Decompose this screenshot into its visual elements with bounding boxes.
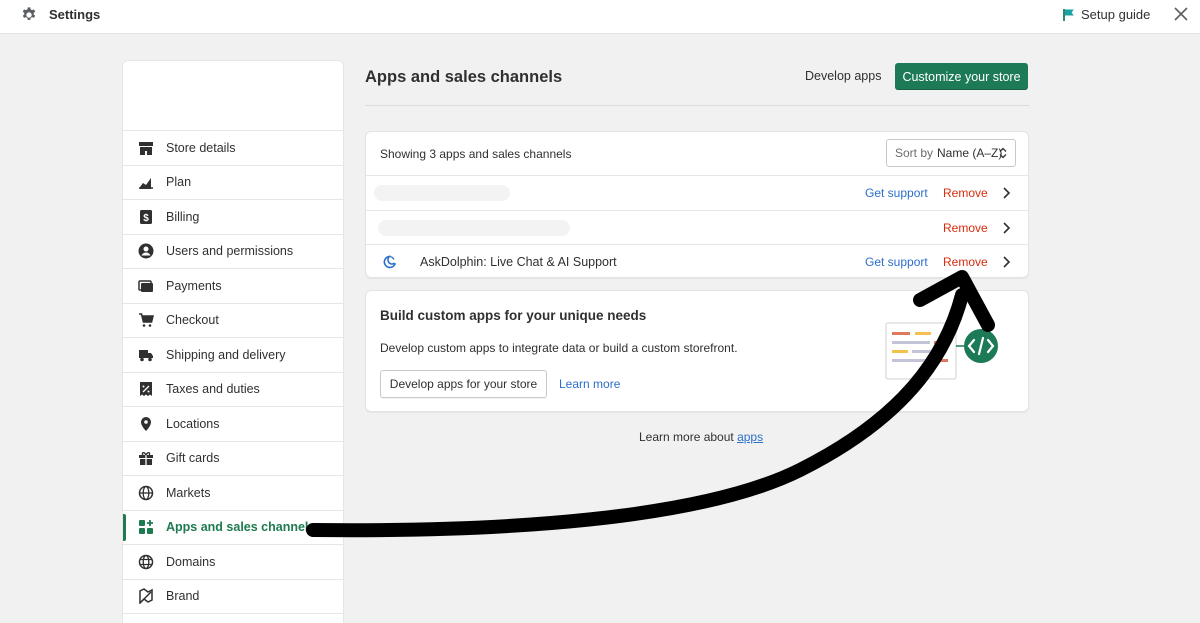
sidebar-item-domains[interactable]: Domains: [123, 545, 343, 580]
dolphin-icon: [383, 255, 397, 269]
sidebar-item-label: Gift cards: [166, 451, 220, 466]
cart-icon: [137, 312, 154, 329]
app-row[interactable]: Get support Remove: [366, 176, 1028, 211]
page-title: Settings: [49, 7, 101, 22]
sidebar-item-label: Users and permissions: [166, 244, 294, 259]
sidebar-item-label: Locations: [166, 416, 220, 431]
billing-icon: $: [137, 208, 154, 225]
learn-more-link[interactable]: Learn more: [559, 377, 620, 391]
truck-icon: [137, 346, 154, 363]
apps-count-text: Showing 3 apps and sales channels: [380, 147, 572, 161]
build-custom-apps-card: Build custom apps for your unique needs …: [365, 290, 1029, 412]
chevron-right-icon[interactable]: [1001, 186, 1011, 200]
globe-icon: [137, 484, 154, 501]
sort-value: Name (A–Z): [937, 146, 1003, 160]
sidebar-item-label: Domains: [166, 554, 216, 569]
app-row[interactable]: AskDolphin: Live Chat & AI Support Get s…: [366, 245, 1028, 277]
setup-guide-label: Setup guide: [1081, 7, 1151, 22]
sidebar-item-shipping[interactable]: Shipping and delivery: [123, 338, 343, 373]
sidebar-item-label: Checkout: [166, 313, 219, 328]
select-arrows-icon: [999, 147, 1007, 159]
sidebar-item-plan[interactable]: Plan: [123, 166, 343, 200]
payments-icon: [137, 277, 154, 294]
get-support-link[interactable]: Get support: [865, 186, 928, 200]
top-bar: Settings Setup guide: [0, 0, 1200, 34]
app-row[interactable]: Remove: [366, 211, 1028, 245]
chevron-right-icon[interactable]: [1001, 221, 1011, 235]
domains-icon: [137, 553, 154, 570]
remove-link[interactable]: Remove: [943, 221, 988, 235]
section-title: Apps and sales channels: [365, 68, 563, 86]
settings-sidebar: Store details Plan $ Billing Users and p…: [122, 60, 344, 623]
store-icon: [137, 139, 154, 156]
remove-link[interactable]: Remove: [943, 255, 988, 269]
chevron-right-icon[interactable]: [1001, 255, 1011, 269]
svg-text:$: $: [143, 213, 149, 224]
remove-link[interactable]: Remove: [943, 186, 988, 200]
sidebar-item-users[interactable]: Users and permissions: [123, 235, 343, 269]
sidebar-item-label: Apps and sales channels: [166, 520, 316, 535]
close-icon[interactable]: [1173, 6, 1189, 22]
brand-icon: [137, 588, 154, 605]
sidebar-item-label: Billing: [166, 209, 200, 224]
sidebar-item-label: Plan: [166, 175, 192, 190]
sidebar-item-brand[interactable]: Brand: [123, 580, 343, 614]
sort-prefix: Sort by: [895, 146, 934, 160]
sidebar-item-label: Markets: [166, 485, 211, 500]
sidebar-item-label: Store details: [166, 140, 236, 155]
plan-icon: [137, 174, 154, 191]
page-header: Apps and sales channels Develop apps Cus…: [365, 60, 1029, 106]
tax-icon: [137, 381, 154, 398]
sidebar-item-payments[interactable]: Payments: [123, 269, 343, 304]
app-name: AskDolphin: Live Chat & AI Support: [420, 255, 617, 269]
get-support-link[interactable]: Get support: [865, 255, 928, 269]
build-card-description: Develop custom apps to integrate data or…: [380, 341, 738, 355]
apps-list-card: Showing 3 apps and sales channels Sort b…: [365, 131, 1029, 278]
apps-list-header: Showing 3 apps and sales channels Sort b…: [366, 132, 1028, 176]
sidebar-item-billing[interactable]: $ Billing: [123, 200, 343, 235]
sidebar-item-label: Shipping and delivery: [166, 347, 286, 362]
setup-guide-button[interactable]: Setup guide: [1063, 7, 1150, 22]
sidebar-item-label: Taxes and duties: [166, 382, 260, 397]
sort-select[interactable]: Sort by Name (A–Z): [886, 139, 1016, 167]
build-card-title: Build custom apps for your unique needs: [380, 308, 647, 323]
sidebar-store-header: [123, 61, 343, 131]
flag-icon: [1063, 8, 1074, 21]
sidebar-item-apps-and-sales-channels[interactable]: Apps and sales channels: [123, 511, 343, 545]
sidebar-item-gift-cards[interactable]: Gift cards: [123, 442, 343, 476]
apps-icon: [137, 519, 154, 536]
code-illustration: [885, 322, 998, 380]
location-icon: [137, 415, 154, 432]
develop-apps-button[interactable]: Develop apps: [805, 69, 881, 83]
user-icon: [137, 243, 154, 260]
apps-link[interactable]: apps: [737, 430, 763, 444]
gear-icon[interactable]: [20, 6, 38, 24]
sidebar-item-checkout[interactable]: Checkout: [123, 304, 343, 338]
learn-more-about-apps: Learn more about apps: [639, 430, 763, 444]
develop-apps-for-store-button[interactable]: Develop apps for your store: [380, 370, 547, 398]
gift-icon: [137, 450, 154, 467]
sidebar-item-label: Payments: [166, 278, 222, 293]
app-name-placeholder: [378, 219, 570, 236]
customize-store-button[interactable]: Customize your store: [895, 63, 1028, 90]
learn-more-about-text: Learn more about: [639, 430, 738, 444]
sidebar-item-taxes[interactable]: Taxes and duties: [123, 373, 343, 407]
sidebar-item-label: Brand: [166, 589, 200, 604]
sidebar-item-markets[interactable]: Markets: [123, 476, 343, 511]
sidebar-item-store-details[interactable]: Store details: [123, 131, 343, 166]
sidebar-item-locations[interactable]: Locations: [123, 407, 343, 442]
app-name-placeholder: [374, 185, 510, 201]
